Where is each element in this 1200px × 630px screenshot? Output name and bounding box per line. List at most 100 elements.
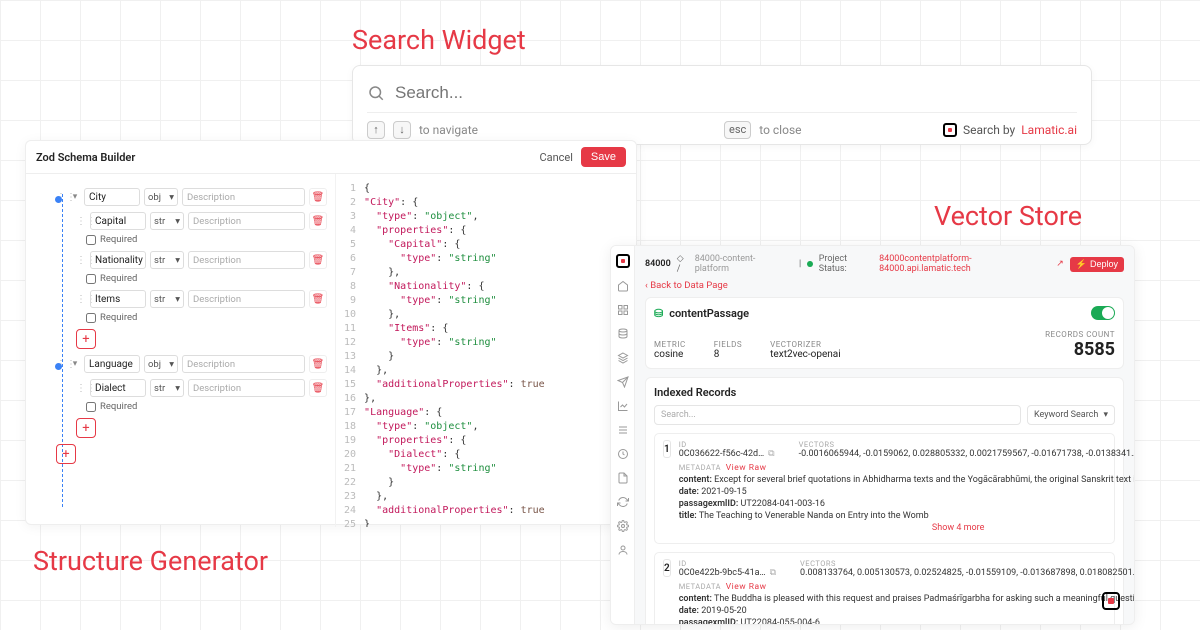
nav-hint: to navigate [419, 123, 478, 137]
enabled-toggle[interactable] [1091, 306, 1115, 320]
record-content: The Buddha is pleased with this request … [714, 594, 1135, 604]
required-toggle[interactable]: Required [56, 312, 327, 323]
list-icon[interactable] [617, 424, 629, 436]
copy-icon[interactable]: ⧉ [770, 568, 776, 578]
refresh-icon[interactable] [617, 496, 629, 508]
record-date: 2021-09-15 [701, 487, 746, 497]
stat-value: text2vec-openai [770, 349, 841, 360]
required-toggle[interactable]: Required [56, 401, 327, 412]
search-mode-select[interactable]: Keyword Search▾ [1027, 405, 1115, 425]
type-select[interactable]: str▾ [150, 290, 184, 308]
field-name-input[interactable]: Capital [90, 212, 146, 230]
description-input[interactable]: Description [182, 188, 305, 206]
view-raw-link[interactable]: View Raw [726, 582, 767, 592]
deploy-button[interactable]: ⚡Deploy [1070, 257, 1124, 272]
home-icon[interactable] [617, 280, 629, 292]
chevron-down-icon[interactable]: ▾ [70, 192, 80, 202]
grid-icon[interactable] [617, 304, 629, 316]
external-link-icon[interactable]: ↗ [1056, 259, 1064, 269]
record-vectors: 0.008133764, 0.005130573, 0.02524825, -0… [800, 568, 1135, 578]
field-row-dialect[interactable]: ⋮⋮ Dialect str▾ Description 🗑 [56, 379, 327, 397]
top-bar: 84000 ◇ / 84000-content-platform | Proje… [645, 254, 1124, 274]
field-row-capital[interactable]: ⋮⋮ Capital str▾ Description 🗑 [56, 212, 327, 230]
view-raw-link[interactable]: View Raw [726, 463, 767, 473]
field-row-nationality[interactable]: ⋮⋮ Nationality str▾ Description 🗑 [56, 251, 327, 269]
description-input[interactable]: Description [188, 212, 305, 230]
section-title-search: Search Widget [352, 24, 526, 56]
add-child-button[interactable]: + [56, 418, 327, 438]
copy-icon[interactable]: ⧉ [768, 449, 774, 459]
col-label: VECTORS [799, 440, 1135, 449]
records-search-input[interactable]: Search... [654, 405, 1021, 425]
field-name-input[interactable]: Language [84, 355, 140, 373]
database-icon[interactable] [617, 328, 629, 340]
drag-handle-icon[interactable]: ⋮⋮ [76, 255, 86, 266]
layers-icon[interactable] [617, 352, 629, 364]
type-select[interactable]: obj▾ [144, 188, 178, 206]
stat-label: FIELDS [714, 340, 742, 349]
app-sidebar [611, 246, 635, 624]
drag-handle-icon[interactable]: ⋮⋮ [76, 294, 86, 305]
record-title: The Teaching to Venerable Nanda on Entry… [699, 511, 929, 521]
delete-button[interactable]: 🗑 [309, 251, 327, 269]
gear-icon[interactable] [617, 520, 629, 532]
col-label: ID [679, 559, 776, 568]
field-name-input[interactable]: Items [90, 290, 146, 308]
description-input[interactable]: Description [188, 251, 305, 269]
type-select[interactable]: str▾ [150, 379, 184, 397]
field-name-input[interactable]: Nationality [90, 251, 146, 269]
description-input[interactable]: Description [188, 290, 305, 308]
drag-handle-icon[interactable]: ⋮⋮ [76, 383, 86, 394]
back-link[interactable]: ‹ Back to Data Page [645, 280, 728, 291]
field-row-city[interactable]: ⋮⋮ ▾ City obj▾ Description 🗑 [56, 188, 327, 206]
type-select[interactable]: str▾ [150, 212, 184, 230]
record-date: 2019-05-20 [701, 606, 746, 616]
type-select[interactable]: str▾ [150, 251, 184, 269]
lamatic-float-logo-icon[interactable] [1102, 592, 1120, 610]
drag-handle-icon[interactable]: ⋮⋮ [76, 216, 86, 227]
status-indicator [807, 261, 813, 267]
add-root-field-button[interactable]: + [56, 444, 327, 464]
field-name-input[interactable]: City [84, 188, 140, 206]
endpoint-link[interactable]: 84000contentplatform-84000.api.lamatic.t… [879, 254, 1050, 274]
search-input[interactable] [395, 83, 1077, 103]
lamatic-logo-icon [616, 254, 630, 268]
file-icon[interactable] [617, 472, 629, 484]
breadcrumb[interactable]: 84000 [645, 259, 671, 269]
field-row-language[interactable]: ⋮⋮ ▾ Language obj▾ Description 🗑 [56, 355, 327, 373]
description-input[interactable]: Description [182, 355, 305, 373]
cancel-button[interactable]: Cancel [539, 151, 572, 164]
field-row-items[interactable]: ⋮⋮ Items str▾ Description 🗑 [56, 290, 327, 308]
delete-button[interactable]: 🗑 [309, 379, 327, 397]
type-select[interactable]: obj▾ [144, 355, 178, 373]
clock-icon[interactable] [617, 448, 629, 460]
field-name-input[interactable]: Dialect [90, 379, 146, 397]
record-row[interactable]: 2 ID 0C0e422b-9bc5-41a…⧉ VECTORS 0.00813… [654, 552, 1115, 625]
show-more-link[interactable]: Show 4 more [679, 523, 1135, 533]
required-toggle[interactable]: Required [56, 273, 327, 284]
delete-button[interactable]: 🗑 [309, 290, 327, 308]
stat-label: VECTORIZER [770, 340, 841, 349]
user-icon[interactable] [617, 544, 629, 556]
powered-brand-link[interactable]: Lamatic.ai [1021, 123, 1077, 137]
chart-icon[interactable] [617, 400, 629, 412]
save-button[interactable]: Save [581, 147, 626, 167]
delete-button[interactable]: 🗑 [309, 212, 327, 230]
stat-label: METRIC [654, 340, 686, 349]
breadcrumb[interactable]: 84000-content-platform [695, 254, 783, 274]
zod-title: Zod Schema Builder [36, 151, 135, 164]
record-passage-id: UT22084-055-004-6 [741, 618, 820, 625]
required-toggle[interactable]: Required [56, 234, 327, 245]
description-input[interactable]: Description [188, 379, 305, 397]
send-icon[interactable] [617, 376, 629, 388]
record-content: Except for several brief quotations in A… [714, 475, 1135, 485]
record-row[interactable]: 1 ID 0C036622-f56c-42d…⧉ VECTORS -0.0016… [654, 433, 1115, 544]
col-label: METADATA [679, 463, 721, 472]
chevron-down-icon[interactable]: ▾ [70, 359, 80, 369]
search-widget: ↑ ↓ to navigate esc to close Search by L… [352, 65, 1092, 145]
add-child-button[interactable]: + [56, 329, 327, 349]
delete-button[interactable]: 🗑 [309, 188, 327, 206]
record-passage-id: UT22084-041-003-16 [741, 499, 825, 509]
collection-panel: ⛁ contentPassage METRICcosine FIELDS8 VE… [645, 297, 1124, 369]
delete-button[interactable]: 🗑 [309, 355, 327, 373]
